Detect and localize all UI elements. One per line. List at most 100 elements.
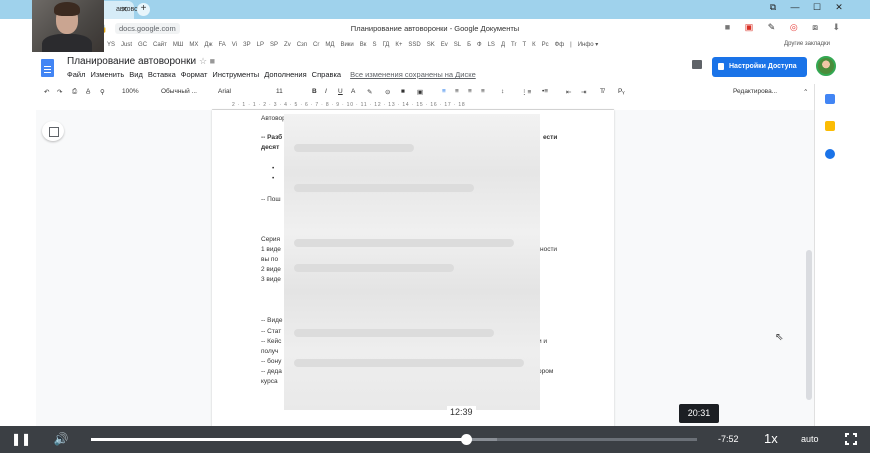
avatar[interactable] (816, 56, 836, 76)
editing-mode-select[interactable]: Редактирова... (733, 88, 777, 95)
bookmark-item[interactable]: Сайт (153, 42, 167, 48)
other-bookmarks[interactable]: Другие закладки (784, 41, 830, 47)
bookmark-item[interactable]: LP (257, 42, 264, 48)
bookmark-item[interactable]: Б (467, 42, 471, 48)
image-icon[interactable]: ▣ (417, 88, 423, 96)
bookmark-item[interactable]: GC (138, 42, 147, 48)
print-icon[interactable]: ⎙ (72, 88, 77, 96)
bookmark-item[interactable]: FA (218, 42, 225, 48)
bookmark-item[interactable]: Д (501, 42, 505, 48)
bookmark-item[interactable]: SP (270, 42, 278, 48)
align-left-icon[interactable]: ≡ (442, 88, 446, 95)
menu-item[interactable]: Файл (67, 70, 85, 79)
bookmark-item[interactable]: Дж (204, 42, 212, 48)
redo-icon[interactable]: ↷ (57, 88, 62, 96)
bookmark-item[interactable]: SK (427, 42, 435, 48)
highlight-icon[interactable]: ✎ (367, 88, 372, 96)
bookmark-item[interactable]: SL (454, 42, 461, 48)
bookmark-item[interactable]: Сзп (297, 42, 307, 48)
line-spacing-icon[interactable]: ↕ (501, 88, 504, 95)
extension-puzzle-icon[interactable]: ⧈ (812, 22, 818, 33)
indent-decrease-icon[interactable]: ⇤ (566, 88, 571, 96)
bookmark-item[interactable]: SSD (408, 42, 420, 48)
extension-red-icon[interactable]: ▣ (745, 22, 754, 33)
document-title[interactable]: Планирование автоворонки (67, 56, 196, 67)
clear-format-icon[interactable]: T̸ (600, 88, 604, 95)
menu-item[interactable]: Вид (129, 70, 143, 79)
align-right-icon[interactable]: ≡ (468, 88, 472, 95)
progress-handle[interactable] (460, 434, 472, 445)
italic-icon[interactable]: I (325, 88, 327, 95)
bookmark-item[interactable]: Zv (284, 42, 291, 48)
zoom-select[interactable]: 100% (122, 88, 139, 95)
bookmark-item[interactable]: К+ (395, 42, 402, 48)
bookmark-item[interactable]: МД (325, 42, 334, 48)
text-color-icon[interactable]: A (351, 88, 355, 95)
bookmark-item[interactable]: Рс (542, 42, 549, 48)
folder-icon[interactable]: ■ (210, 56, 215, 66)
bookmark-item[interactable]: Ev (441, 42, 448, 48)
paint-format-icon[interactable]: ⚲ (100, 88, 105, 96)
star-icon[interactable]: ☆ (199, 56, 207, 66)
share-button[interactable]: Настройки Доступа (712, 57, 807, 77)
menu-item[interactable]: Изменить (90, 70, 124, 79)
extension-pen-icon[interactable]: ✎ (768, 22, 776, 33)
menu-item[interactable]: Вставка (148, 70, 176, 79)
bookmark-item[interactable]: LS (488, 42, 495, 48)
bookmark-item[interactable]: S (372, 42, 376, 48)
pause-button[interactable]: ❚❚ (10, 426, 32, 453)
fullscreen-icon[interactable] (845, 433, 857, 445)
scrollbar[interactable] (806, 250, 812, 400)
bulleted-list-icon[interactable]: •≡ (542, 88, 548, 95)
font-size-select[interactable]: 11 (276, 88, 283, 95)
comments-icon[interactable] (692, 60, 702, 69)
input-tools-icon[interactable]: Pᵧ (618, 88, 624, 95)
bookmark-item[interactable]: Tr (511, 42, 516, 48)
undo-icon[interactable]: ↶ (44, 88, 49, 96)
bold-icon[interactable]: B (312, 88, 317, 95)
download-icon[interactable]: ⬇ (832, 22, 840, 33)
numbered-list-icon[interactable]: ⋮≡ (521, 88, 531, 96)
menu-item[interactable]: Справка (312, 70, 341, 79)
saved-status[interactable]: Все изменения сохранены на Диске (350, 70, 476, 79)
bookmark-star-icon[interactable]: ■ (725, 22, 730, 32)
playback-rate-button[interactable]: 1x (764, 431, 778, 446)
outline-toggle-button[interactable] (42, 121, 64, 141)
bookmark-item[interactable]: YS (107, 42, 115, 48)
bookmark-item[interactable]: Т (522, 42, 526, 48)
spellcheck-icon[interactable]: A̲ (86, 88, 90, 95)
menu-item[interactable]: Дополнения (264, 70, 306, 79)
maximize-button[interactable]: ☐ (806, 2, 828, 13)
calendar-icon[interactable] (825, 94, 835, 104)
bookmark-item[interactable]: Инфо ▾ (578, 42, 599, 48)
keep-icon[interactable] (825, 121, 835, 131)
bookmark-item[interactable]: Вики (340, 42, 353, 48)
bookmark-item[interactable]: ЗР (243, 42, 251, 48)
link-icon[interactable]: ⊝ (385, 88, 390, 96)
align-center-icon[interactable]: ≡ (455, 88, 459, 95)
menu-item[interactable]: Инструменты (212, 70, 259, 79)
bookmark-item[interactable]: Just (121, 42, 132, 48)
minimize-button[interactable]: — (784, 2, 806, 12)
comment-icon[interactable]: ■ (401, 88, 405, 95)
bookmark-item[interactable]: Cr (313, 42, 319, 48)
close-window-button[interactable]: ✕ (828, 2, 850, 13)
style-select[interactable]: Обычный ... (161, 88, 197, 95)
quality-button[interactable]: auto (801, 434, 819, 444)
bookmark-item[interactable]: ГД (382, 42, 389, 48)
collapse-icon[interactable]: ⌃ (803, 88, 808, 96)
new-tab-button[interactable]: + (137, 3, 150, 16)
tab-search-icon[interactable]: ⧉ (762, 2, 784, 13)
menu-item[interactable]: Формат (181, 70, 208, 79)
align-justify-icon[interactable]: ≡ (481, 88, 485, 95)
indent-increase-icon[interactable]: ⇥ (581, 88, 586, 96)
bookmark-item[interactable]: МШ (173, 42, 184, 48)
ruler[interactable]: 2 · 1 · 1 · 2 · 3 · 4 · 5 · 6 · 7 · 8 · … (212, 101, 614, 110)
font-select[interactable]: Arial (218, 88, 231, 95)
extension-target-icon[interactable]: ◎ (790, 22, 798, 33)
tasks-icon[interactable] (825, 149, 835, 159)
docs-logo-icon[interactable] (41, 59, 54, 77)
underline-icon[interactable]: U (338, 88, 343, 95)
bookmark-item[interactable]: МХ (189, 42, 198, 48)
bookmark-item[interactable]: Вк (360, 42, 367, 48)
